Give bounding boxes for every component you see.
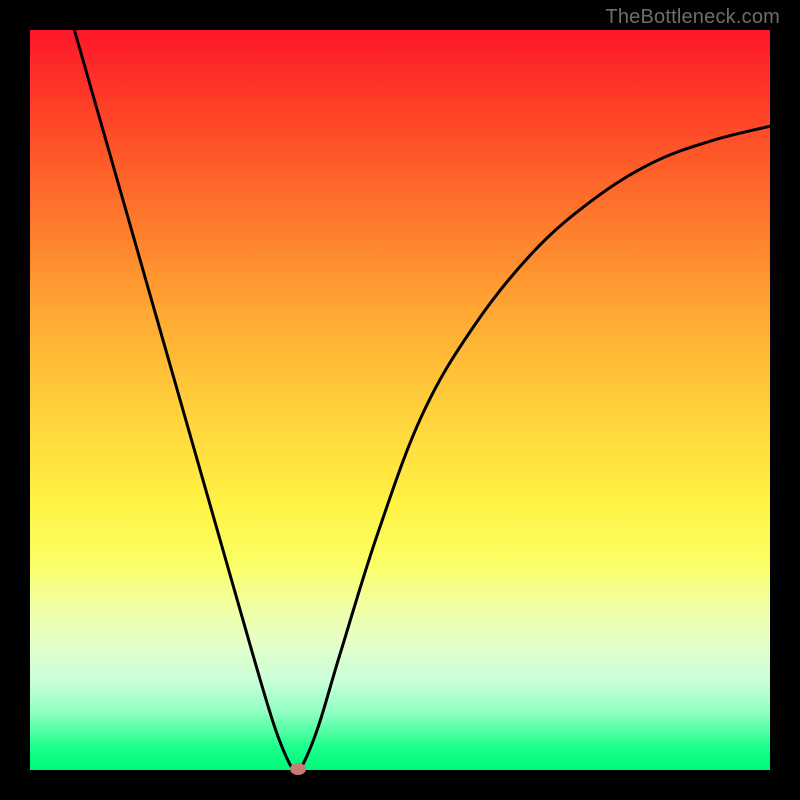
bottleneck-curve-line bbox=[74, 30, 770, 770]
chart-curve-svg bbox=[30, 30, 770, 770]
watermark-text: TheBottleneck.com bbox=[605, 6, 780, 29]
chart-plot-area bbox=[30, 30, 770, 770]
optimal-point-marker bbox=[290, 763, 306, 775]
